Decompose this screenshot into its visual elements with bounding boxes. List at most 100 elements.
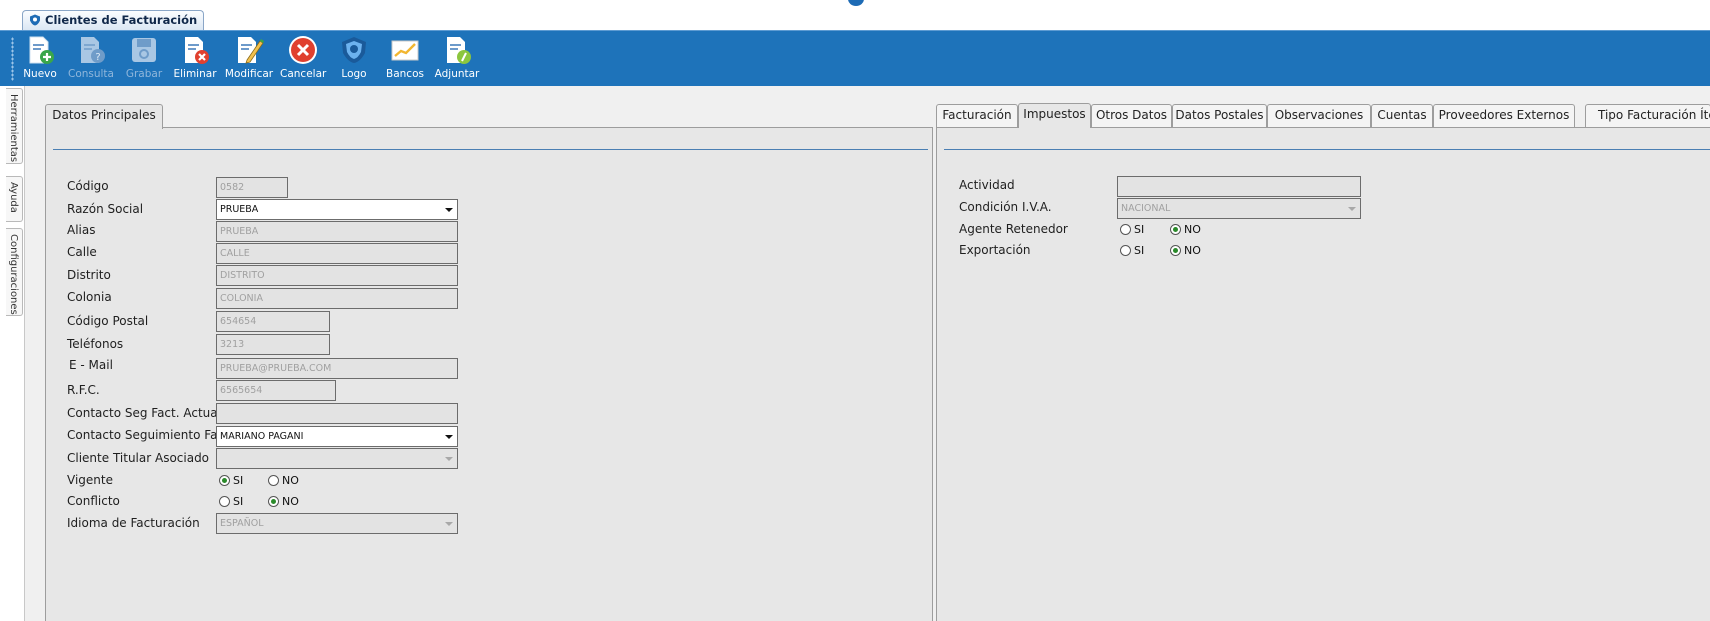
banks-button[interactable]: Bancos [384,33,426,85]
conflicto-no-radio[interactable]: NO [268,496,299,508]
razon-social-select[interactable]: PRUEBA [216,199,458,220]
chevron-down-icon [1348,207,1356,211]
contacto-seg-actual-field[interactable] [216,403,458,424]
agente-retenedor-si-radio[interactable]: SI [1120,224,1144,236]
tab-datos-principales[interactable]: Datos Principales [45,104,163,129]
new-label: Nuevo [23,68,57,80]
email-field[interactable]: PRUEBA@PRUEBA.COM [216,358,458,379]
radio-selected-icon [1170,224,1181,235]
tab-observaciones[interactable]: Observaciones [1267,104,1371,127]
agente-retenedor-label: Agente Retenedor [959,222,1068,236]
tab-tipo-facturacion[interactable]: Tipo Facturación Íte [1585,104,1710,127]
actividad-label: Actividad [959,178,1015,192]
chevron-down-icon [445,457,453,461]
chevron-down-icon [445,522,453,526]
tab-otros-datos[interactable]: Otros Datos [1091,104,1172,127]
actividad-field[interactable] [1117,176,1361,197]
alias-label: Alias [67,223,96,237]
vigente-no-radio[interactable]: NO [268,475,299,487]
side-tab-help[interactable]: Ayuda [6,176,23,222]
main-content: Datos Principales Código 0582 Razón Soci… [24,86,1710,621]
new-button[interactable]: Nuevo [20,33,60,85]
radio-selected-icon [219,475,230,486]
modify-button[interactable]: Modificar [224,33,274,85]
radio-selected-icon [268,496,279,507]
edit-document-icon [238,37,264,64]
vigente-label: Vigente [67,473,113,487]
calle-label: Calle [67,245,97,259]
distrito-field[interactable]: DISTRITO [216,265,458,286]
agente-retenedor-no-radio[interactable]: NO [1170,224,1201,236]
radio-selected-icon [1170,245,1181,256]
cancel-button[interactable]: Cancelar [280,33,326,85]
conflicto-si-radio[interactable]: SI [219,496,243,508]
vigente-si-radio[interactable]: SI [219,475,243,487]
tab-impuestos[interactable]: Impuestos [1018,103,1091,128]
query-button[interactable]: ? Consulta [66,33,116,85]
tab-datos-postales[interactable]: Datos Postales [1172,104,1267,127]
codigo-field[interactable]: 0582 [216,177,288,198]
query-label: Consulta [67,68,114,80]
colonia-label: Colonia [67,290,112,304]
save-button[interactable]: Grabar [122,33,166,85]
condicion-iva-select[interactable]: NACIONAL [1117,198,1361,219]
idioma-select[interactable]: ESPAÑOL [216,513,458,534]
query-document-icon: ? [81,37,105,63]
tab-proveedores-externos[interactable]: Proveedores Externos [1433,104,1575,127]
app-window: { "window": { "tab_title": "Clientes de … [0,0,1710,621]
email-label: E - Mail [69,358,113,372]
cancel-icon [289,36,317,64]
telefonos-field[interactable]: 3213 [216,334,330,355]
window-tab-bar: Clientes de Facturación [0,0,1710,30]
app-icon [30,14,40,26]
logo-button[interactable]: Logo [334,33,374,85]
condicion-iva-label: Condición I.V.A. [959,200,1052,214]
chevron-down-icon [445,435,453,439]
codigo-postal-label: Código Postal [67,314,149,328]
side-tab-strip: Herramientas Ayuda Configuraciones [0,86,24,621]
logo-icon [342,37,366,63]
banks-label: Bancos [386,68,424,80]
modify-label: Modificar [224,68,274,80]
contacto-seguimiento-label: Contacto Seguimiento Fact. [67,428,233,442]
svg-text:?: ? [95,52,100,63]
attach-button[interactable]: Adjuntar [432,33,482,85]
save-disk-icon [132,38,156,62]
contacto-seguimiento-select[interactable]: MARIANO PAGANI [216,426,458,447]
colonia-field[interactable]: COLONIA [216,288,458,309]
top-indicator [848,0,864,6]
conflicto-label: Conflicto [67,494,120,508]
radio-icon [268,475,279,486]
radio-icon [219,496,230,507]
radio-icon [1120,245,1131,256]
radio-icon [1120,224,1131,235]
delete-label: Eliminar [173,68,217,80]
rfc-field[interactable]: 6565654 [216,380,336,401]
toolbar-grip[interactable] [11,37,14,81]
attach-label: Adjuntar [434,68,480,80]
codigo-label: Código [67,179,109,193]
exportacion-si-radio[interactable]: SI [1120,245,1144,257]
attach-document-icon [447,37,471,64]
chart-icon [391,40,419,61]
exportacion-label: Exportación [959,243,1031,257]
calle-field[interactable]: CALLE [216,243,458,264]
codigo-postal-field[interactable]: 654654 [216,311,330,332]
side-tab-tools[interactable]: Herramientas [6,88,23,164]
telefonos-label: Teléfonos [67,337,124,351]
cliente-titular-label: Cliente Titular Asociado [67,451,210,465]
tab-cuentas[interactable]: Cuentas [1371,104,1433,127]
exportacion-no-radio[interactable]: NO [1170,245,1201,257]
alias-field[interactable]: PRUEBA [216,221,458,242]
delete-button[interactable]: Eliminar [172,33,218,85]
contacto-seg-actual-label: Contacto Seg Fact. Actual [67,406,221,420]
tab-facturacion[interactable]: Facturación [936,104,1018,127]
window-tab[interactable]: Clientes de Facturación [22,10,205,30]
section-divider [944,149,1710,150]
cliente-titular-select[interactable] [216,448,458,469]
side-tab-settings[interactable]: Configuraciones [6,228,23,316]
section-divider [53,149,928,150]
window-tab-title: Clientes de Facturación [45,13,198,27]
delete-document-icon [185,37,209,64]
razon-social-label: Razón Social [67,202,144,216]
